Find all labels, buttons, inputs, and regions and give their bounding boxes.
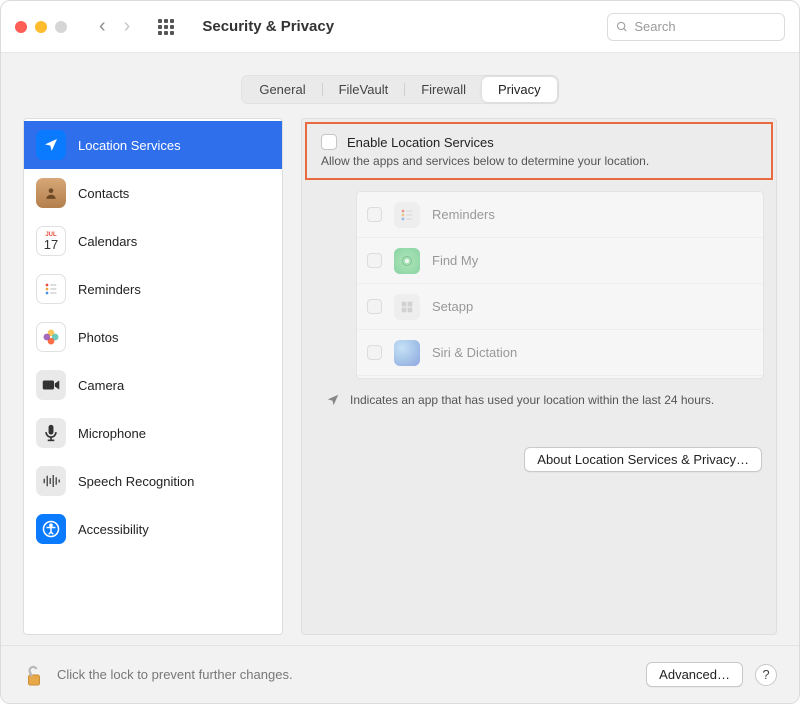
- photos-icon: [36, 322, 66, 352]
- sidebar-item-label: Camera: [78, 378, 124, 393]
- enable-location-row[interactable]: Enable Location Services: [321, 134, 757, 150]
- enable-location-checkbox[interactable]: [321, 134, 337, 150]
- camera-icon: [36, 370, 66, 400]
- microphone-icon: [36, 418, 66, 448]
- window-title: Security & Privacy: [202, 18, 334, 35]
- app-label: Setapp: [432, 299, 473, 314]
- tabs-container: General FileVault Firewall Privacy: [1, 53, 799, 118]
- location-icon: [36, 130, 66, 160]
- app-row-reminders[interactable]: Reminders: [357, 192, 763, 238]
- close-window-button[interactable]: [15, 21, 27, 33]
- find-my-app-icon: [394, 248, 420, 274]
- fullscreen-window-button[interactable]: [55, 21, 67, 33]
- sidebar-item-camera[interactable]: Camera: [24, 361, 282, 409]
- sidebar-item-accessibility[interactable]: Accessibility: [24, 505, 282, 553]
- contacts-icon: [36, 178, 66, 208]
- location-arrow-icon: [326, 393, 340, 407]
- sidebar-item-label: Photos: [78, 330, 118, 345]
- sidebar-item-label: Reminders: [78, 282, 141, 297]
- sidebar-item-microphone[interactable]: Microphone: [24, 409, 282, 457]
- siri-app-icon: [394, 340, 420, 366]
- usage-note-text: Indicates an app that has used your loca…: [350, 393, 714, 407]
- sidebar-item-label: Contacts: [78, 186, 129, 201]
- search-field-container[interactable]: [607, 13, 785, 41]
- sidebar-item-speech-recognition[interactable]: Speech Recognition: [24, 457, 282, 505]
- speech-icon: [36, 466, 66, 496]
- reminders-icon: [36, 274, 66, 304]
- lock-icon[interactable]: [23, 662, 45, 688]
- sidebar-item-photos[interactable]: Photos: [24, 313, 282, 361]
- sidebar-item-contacts[interactable]: Contacts: [24, 169, 282, 217]
- about-row: About Location Services & Privacy…: [302, 407, 776, 484]
- minimize-window-button[interactable]: [35, 21, 47, 33]
- sidebar-item-label: Speech Recognition: [78, 474, 194, 489]
- sidebar-item-label: Calendars: [78, 234, 137, 249]
- tabs: General FileVault Firewall Privacy: [241, 75, 558, 104]
- advanced-button[interactable]: Advanced…: [646, 662, 743, 687]
- enable-location-sublabel: Allow the apps and services below to det…: [321, 154, 757, 168]
- search-icon: [616, 20, 628, 34]
- app-label: Find My: [432, 253, 478, 268]
- sidebar-item-reminders[interactable]: Reminders: [24, 265, 282, 313]
- footer: Click the lock to prevent further change…: [1, 645, 799, 703]
- app-row-setapp[interactable]: Setapp: [357, 284, 763, 330]
- back-button[interactable]: ‹: [99, 15, 106, 38]
- calendar-icon: JUL 17: [36, 226, 66, 256]
- app-checkbox[interactable]: [367, 345, 382, 360]
- enable-location-highlight: Enable Location Services Allow the apps …: [305, 122, 773, 180]
- accessibility-icon: [36, 514, 66, 544]
- enable-location-label: Enable Location Services: [347, 135, 494, 150]
- app-checkbox[interactable]: [367, 253, 382, 268]
- search-input[interactable]: [634, 19, 776, 34]
- tab-filevault[interactable]: FileVault: [323, 77, 405, 102]
- sidebar-item-calendars[interactable]: JUL 17 Calendars: [24, 217, 282, 265]
- preferences-window: ‹ › Security & Privacy General FileVault…: [0, 0, 800, 704]
- window-controls: [15, 21, 67, 33]
- reminders-app-icon: [394, 202, 420, 228]
- app-list[interactable]: Reminders Find My Setapp: [356, 191, 764, 379]
- sidebar-item-location-services[interactable]: Location Services: [24, 121, 282, 169]
- app-label: Reminders: [432, 207, 495, 222]
- setapp-app-icon: [394, 294, 420, 320]
- nav-arrows: ‹ ›: [99, 15, 130, 38]
- app-row-siri-dictation[interactable]: Siri & Dictation: [357, 330, 763, 376]
- titlebar: ‹ › Security & Privacy: [1, 1, 799, 53]
- privacy-categories-sidebar[interactable]: Location Services Contacts JUL 17 Calend…: [23, 118, 283, 635]
- sidebar-item-label: Microphone: [78, 426, 146, 441]
- usage-note: Indicates an app that has used your loca…: [302, 379, 776, 407]
- tab-privacy[interactable]: Privacy: [482, 77, 557, 102]
- forward-button[interactable]: ›: [124, 15, 131, 38]
- show-all-prefs-button[interactable]: [158, 19, 174, 35]
- sidebar-item-label: Accessibility: [78, 522, 149, 537]
- app-checkbox[interactable]: [367, 299, 382, 314]
- app-row-find-my[interactable]: Find My: [357, 238, 763, 284]
- window-body: General FileVault Firewall Privacy Locat…: [1, 53, 799, 703]
- location-services-pane: Enable Location Services Allow the apps …: [301, 118, 777, 635]
- tab-firewall[interactable]: Firewall: [405, 77, 482, 102]
- lock-text: Click the lock to prevent further change…: [57, 667, 293, 682]
- tab-general[interactable]: General: [243, 77, 321, 102]
- help-button[interactable]: ?: [755, 664, 777, 686]
- app-checkbox[interactable]: [367, 207, 382, 222]
- sidebar-item-label: Location Services: [78, 138, 181, 153]
- about-location-button[interactable]: About Location Services & Privacy…: [524, 447, 762, 472]
- content: Location Services Contacts JUL 17 Calend…: [1, 118, 799, 645]
- app-label: Siri & Dictation: [432, 345, 517, 360]
